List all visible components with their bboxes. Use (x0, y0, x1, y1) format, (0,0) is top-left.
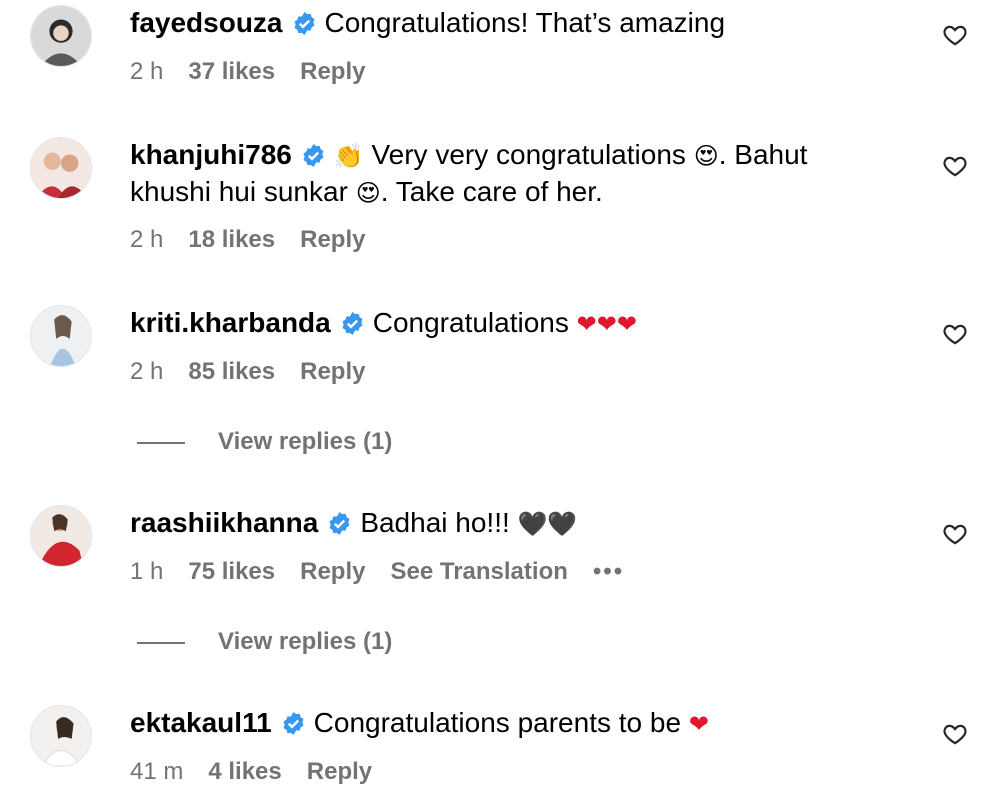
red-heart-emoji: ❤ (688, 710, 709, 738)
view-replies-button[interactable]: View replies (1) (137, 628, 392, 656)
comment-time: 2 h (130, 358, 164, 385)
avatar[interactable] (30, 137, 92, 199)
verified-badge-icon (340, 311, 365, 336)
comment-text-line2: khushi hui sunkar (130, 176, 348, 207)
likes-count[interactable]: 75 likes (188, 558, 275, 585)
likes-count[interactable]: 37 likes (188, 58, 275, 85)
username[interactable]: ektakaul11 (130, 707, 272, 738)
verified-badge-icon (281, 711, 306, 736)
verified-badge-icon (301, 143, 326, 168)
likes-count[interactable]: 85 likes (188, 358, 275, 385)
comment-text-line1-suffix: . Bahut (718, 139, 808, 170)
avatar[interactable] (30, 305, 92, 367)
reply-button[interactable]: Reply (300, 558, 365, 585)
comment-text: Congratulations! That’s amazing (324, 7, 726, 38)
avatar[interactable] (30, 5, 92, 67)
likes-count[interactable]: 4 likes (208, 758, 281, 785)
view-replies-label[interactable]: View replies (1) (218, 628, 392, 655)
comment-text-line2-suffix: . Take care of her. (380, 176, 603, 207)
heart-outline-icon[interactable] (942, 153, 968, 179)
heart-eyes-emoji: 😍 (693, 142, 719, 170)
clapping-hands-emoji: 👏 (333, 142, 364, 170)
comment-text-line1: Very very congratulations (371, 139, 686, 170)
more-options-icon[interactable]: ••• (593, 558, 624, 585)
comment-time: 2 h (130, 58, 164, 85)
heart-outline-icon[interactable] (942, 22, 968, 48)
comment-time: 2 h (130, 226, 164, 253)
comment-text: Badhai ho!!! (360, 507, 510, 538)
likes-count[interactable]: 18 likes (188, 226, 275, 253)
username[interactable]: khanjuhi786 (130, 139, 292, 170)
comment-time: 41 m (130, 758, 184, 785)
verified-badge-icon (327, 511, 352, 536)
heart-outline-icon[interactable] (942, 321, 968, 347)
username[interactable]: fayedsouza (130, 7, 283, 38)
comment-time: 1 h (130, 558, 164, 585)
heart-outline-icon[interactable] (942, 521, 968, 547)
heart-eyes-emoji: 😍 (355, 179, 381, 207)
avatar[interactable] (30, 705, 92, 767)
replies-divider (137, 441, 185, 444)
red-hearts-emoji: ❤❤❤ (576, 310, 637, 338)
reply-button[interactable]: Reply (300, 226, 365, 253)
comment-text: Congratulations parents to be (313, 707, 682, 738)
see-translation-button[interactable]: See Translation (390, 558, 567, 585)
reply-button[interactable]: Reply (300, 58, 365, 85)
avatar[interactable] (30, 505, 92, 567)
heart-outline-icon[interactable] (942, 721, 968, 747)
reply-button[interactable]: Reply (300, 358, 365, 385)
verified-badge-icon (292, 11, 317, 36)
reply-button[interactable]: Reply (307, 758, 372, 785)
comment-text: Congratulations (372, 307, 569, 338)
username[interactable]: kriti.kharbanda (130, 307, 331, 338)
black-hearts-emoji: 🖤🖤 (517, 510, 578, 538)
view-replies-label[interactable]: View replies (1) (218, 428, 392, 455)
username[interactable]: raashiikhanna (130, 507, 318, 538)
view-replies-button[interactable]: View replies (1) (137, 428, 392, 456)
replies-divider (137, 641, 185, 644)
